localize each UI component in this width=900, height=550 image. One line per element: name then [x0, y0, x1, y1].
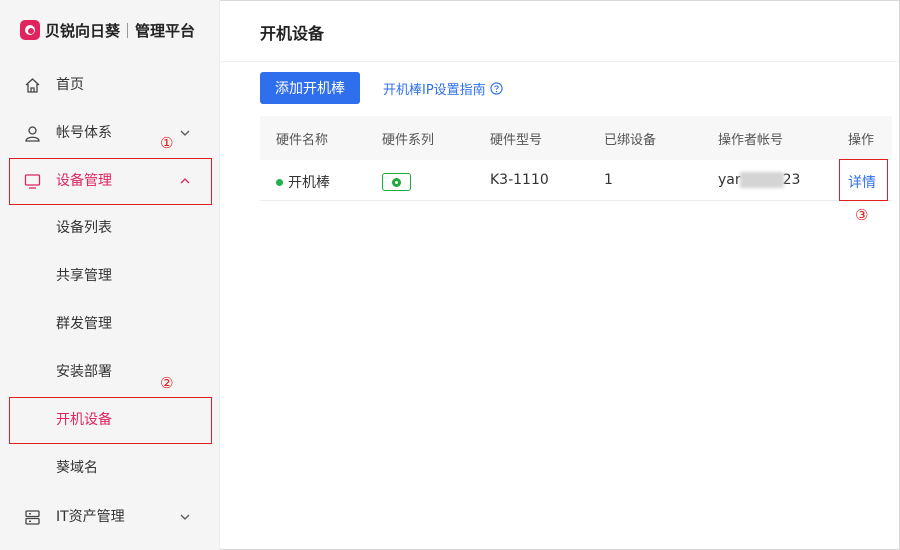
chevron-down-icon: [180, 130, 190, 136]
chevron-down-icon: [180, 514, 190, 520]
sidebar-subitem-device-list[interactable]: 设备列表: [0, 205, 220, 251]
ip-setup-guide-link[interactable]: 开机棒IP设置指南: [383, 79, 503, 98]
help-circle-icon: [490, 82, 503, 95]
sidebar-item-accounts[interactable]: 帐号体系: [0, 110, 220, 156]
home-icon: [25, 78, 40, 93]
annotation-marker-1: ①: [160, 134, 174, 152]
column-header-actions: 操作: [848, 133, 875, 148]
sidebar-item-label: IT资产管理: [56, 509, 125, 525]
annotation-marker-2: ②: [160, 374, 174, 392]
sidebar-item-label: 首页: [56, 77, 84, 93]
column-header-operator-account: 操作者帐号: [718, 133, 784, 148]
redacted-mask: [739, 172, 784, 188]
user-icon: [25, 126, 40, 142]
cell-hardware-name: 开机棒: [276, 172, 330, 192]
sidebar-subitem-install-deploy[interactable]: 安装部署: [0, 349, 220, 395]
sidebar-subitem-mass-send[interactable]: 群发管理: [0, 301, 220, 347]
online-status-dot: [276, 178, 283, 186]
hardware-name-text: 开机棒: [288, 175, 330, 191]
devices-table: 硬件名称 硬件系列 硬件型号 已绑设备 操作者帐号 操作 开机棒 K3-1110…: [260, 116, 892, 201]
brand-subtitle: 管理平台: [135, 21, 196, 40]
annotation-box-power-on-devices: [9, 397, 212, 444]
series-badge-icon: [382, 173, 411, 191]
column-header-hardware-model: 硬件型号: [490, 133, 543, 148]
page-title: 开机设备: [260, 24, 325, 43]
ip-setup-guide-label: 开机棒IP设置指南: [383, 83, 486, 98]
table-row: 开机棒 K3-1110 1 yar 23 详情: [260, 160, 892, 201]
operator-prefix: yar: [718, 172, 741, 188]
add-power-stick-button[interactable]: 添加开机棒: [260, 72, 360, 104]
sidebar-subitem-label: 安装部署: [56, 364, 112, 380]
sidebar-subitem-label: 葵域名: [56, 460, 98, 476]
sidebar-item-label: 帐号体系: [56, 125, 112, 141]
sidebar-subitem-share-management[interactable]: 共享管理: [0, 253, 220, 299]
sunlogin-logo-icon: [20, 20, 40, 40]
annotation-box-details: [839, 159, 888, 201]
sidebar: 贝锐向日葵 管理平台 首页 帐号体系 设备管理 设备列表 共享管理 群发管理 安…: [0, 0, 220, 550]
annotation-box-device-management: [9, 158, 212, 205]
column-header-hardware-series: 硬件系列: [382, 133, 435, 148]
cell-operator-account: yar 23: [718, 172, 800, 188]
brand-divider: [127, 22, 129, 38]
sidebar-subitem-kui-domain[interactable]: 葵域名: [0, 445, 220, 491]
column-header-bound-devices: 已绑设备: [604, 133, 657, 148]
cell-bound-devices: 1: [604, 172, 613, 188]
sidebar-subitem-label: 共享管理: [56, 268, 112, 284]
brand-name: 贝锐向日葵: [45, 21, 121, 40]
server-icon: [25, 510, 40, 525]
header-divider: [221, 61, 899, 62]
brand[interactable]: 贝锐向日葵 管理平台: [20, 19, 195, 41]
sidebar-subitem-label: 设备列表: [56, 220, 112, 236]
sidebar-item-it-assets[interactable]: IT资产管理: [0, 494, 220, 540]
cell-hardware-model: K3-1110: [490, 172, 549, 188]
table-header: 硬件名称 硬件系列 硬件型号 已绑设备 操作者帐号 操作: [260, 116, 892, 160]
operator-suffix: 23: [782, 172, 801, 188]
sidebar-subitem-label: 群发管理: [56, 316, 112, 332]
column-header-hardware-name: 硬件名称: [276, 133, 329, 148]
sidebar-item-home[interactable]: 首页: [0, 62, 220, 108]
annotation-marker-3: ③: [855, 206, 869, 224]
